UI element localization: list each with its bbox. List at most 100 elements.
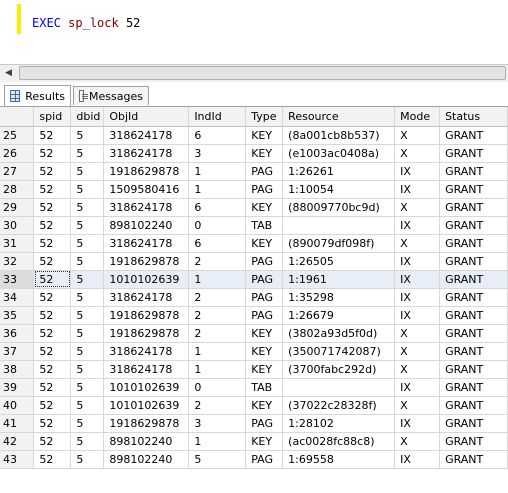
cell-dbid[interactable]: 5 [70,450,105,469]
cell-type[interactable]: KEY [245,432,284,451]
cell-dbid[interactable]: 5 [70,180,105,199]
tab-results[interactable]: Results [4,85,71,106]
table-row[interactable]: 28 52 5 1509580416 1 PAG 1:10054 IX GRANT [0,180,508,199]
cell-indid[interactable]: 1 [188,360,247,379]
cell-mode[interactable]: X [394,198,441,217]
cell-row-number[interactable]: 38 [0,360,35,379]
cell-indid[interactable]: 6 [188,126,247,145]
cell-row-number[interactable]: 29 [0,198,35,217]
cell-mode[interactable]: X [394,396,441,415]
table-row[interactable]: 42 52 5 898102240 1 KEY (ac0028fc88c8) X GRANT [0,432,508,451]
cell-type[interactable]: KEY [245,234,284,253]
cell-indid[interactable]: 3 [188,414,247,433]
cell-dbid[interactable]: 5 [70,342,105,361]
cell-spid[interactable]: 52 [33,234,72,253]
cell-indid[interactable]: 2 [188,252,247,271]
table-row[interactable]: 36 52 5 1918629878 2 KEY (3802a93d5f0d) X GRANT [0,324,508,343]
cell-status[interactable]: GRANT [439,144,508,163]
cell-dbid[interactable]: 5 [70,306,105,325]
column-header-mode[interactable]: Mode [394,107,441,127]
cell-indid[interactable]: 6 [188,198,247,217]
cell-row-number[interactable]: 42 [0,432,35,451]
cell-spid[interactable]: 52 [33,396,72,415]
cell-status[interactable]: GRANT [439,396,508,415]
cell-dbid[interactable]: 5 [70,288,105,307]
cell-dbid[interactable]: 5 [70,414,105,433]
cell-status[interactable]: GRANT [439,342,508,361]
cell-status[interactable]: GRANT [439,270,508,289]
cell-status[interactable]: GRANT [439,414,508,433]
cell-indid[interactable]: 0 [188,216,247,235]
cell-objid[interactable]: 318624178 [103,342,190,361]
cell-objid[interactable]: 1918629878 [103,324,190,343]
editor-horizontal-scrollbar[interactable]: ◀ [0,64,508,83]
cell-resource[interactable]: (8a001cb8b537) [282,126,396,145]
cell-type[interactable]: PAG [245,252,284,271]
cell-resource[interactable]: (350071742087) [282,342,396,361]
results-grid[interactable]: spid dbid ObjId IndId Type Resource Mode Status… [0,107,508,493]
cell-objid[interactable]: 1509580416 [103,180,190,199]
table-row[interactable]: 43 52 5 898102240 5 PAG 1:69558 IX GRANT [0,450,508,469]
cell-spid[interactable]: 52 [33,378,72,397]
cell-resource[interactable]: 1:1961 [282,270,396,289]
cell-type[interactable]: KEY [245,198,284,217]
cell-row-number[interactable]: 30 [0,216,35,235]
column-header-type[interactable]: Type [245,107,284,127]
cell-status[interactable]: GRANT [439,378,508,397]
table-row[interactable]: 39 52 5 1010102639 0 TAB IX GRANT [0,378,508,397]
cell-indid[interactable]: 1 [188,342,247,361]
cell-spid[interactable]: 52 [33,342,72,361]
cell-spid[interactable]: 52 [33,198,72,217]
column-header-status[interactable]: Status [439,107,508,127]
cell-row-number[interactable]: 32 [0,252,35,271]
cell-row-number[interactable]: 33 [0,270,35,289]
cell-row-number[interactable]: 35 [0,306,35,325]
table-row[interactable]: 29 52 5 318624178 6 KEY (88009770bc9d) X GRANT [0,198,508,217]
cell-spid[interactable]: 52 [33,144,72,163]
cell-row-number[interactable]: 34 [0,288,35,307]
cell-resource[interactable]: (88009770bc9d) [282,198,396,217]
cell-mode[interactable]: X [394,432,441,451]
cell-resource[interactable]: 1:28102 [282,414,396,433]
cell-objid[interactable]: 1918629878 [103,252,190,271]
column-header-row-number[interactable] [0,107,35,127]
cell-resource[interactable]: (37022c28328f) [282,396,396,415]
cell-objid[interactable]: 898102240 [103,432,190,451]
cell-resource[interactable]: 1:26679 [282,306,396,325]
cell-spid[interactable]: 52 [33,288,72,307]
cell-row-number[interactable]: 25 [0,126,35,145]
cell-resource[interactable] [282,378,396,397]
cell-indid[interactable]: 6 [188,234,247,253]
scroll-left-icon[interactable]: ◀ [2,67,15,80]
cell-dbid[interactable]: 5 [70,126,105,145]
cell-type[interactable]: PAG [245,162,284,181]
cell-status[interactable]: GRANT [439,162,508,181]
cell-indid[interactable]: 5 [188,450,247,469]
cell-row-number[interactable]: 43 [0,450,35,469]
cell-dbid[interactable]: 5 [70,198,105,217]
cell-type[interactable]: PAG [245,414,284,433]
cell-resource[interactable]: (3700fabc292d) [282,360,396,379]
cell-indid[interactable]: 1 [188,270,247,289]
cell-objid[interactable]: 898102240 [103,216,190,235]
cell-mode[interactable]: X [394,324,441,343]
cell-dbid[interactable]: 5 [70,270,105,289]
table-row[interactable]: 25 52 5 318624178 6 KEY (8a001cb8b537) X GRANT [0,126,508,145]
cell-dbid[interactable]: 5 [70,360,105,379]
cell-dbid[interactable]: 5 [70,396,105,415]
cell-spid[interactable]: 52 [33,180,72,199]
cell-status[interactable]: GRANT [439,450,508,469]
cell-type[interactable]: TAB [245,216,284,235]
cell-mode[interactable]: IX [394,162,441,181]
scrollbar-thumb[interactable] [19,66,506,80]
table-row[interactable]: 38 52 5 318624178 1 KEY (3700fabc292d) X GRANT [0,360,508,379]
cell-type[interactable]: KEY [245,144,284,163]
cell-objid[interactable]: 318624178 [103,234,190,253]
table-row[interactable]: 35 52 5 1918629878 2 PAG 1:26679 IX GRANT [0,306,508,325]
cell-indid[interactable]: 3 [188,144,247,163]
cell-indid[interactable]: 2 [188,396,247,415]
cell-resource[interactable]: (ac0028fc88c8) [282,432,396,451]
cell-objid[interactable]: 1918629878 [103,414,190,433]
cell-type[interactable]: PAG [245,270,284,289]
cell-row-number[interactable]: 27 [0,162,35,181]
